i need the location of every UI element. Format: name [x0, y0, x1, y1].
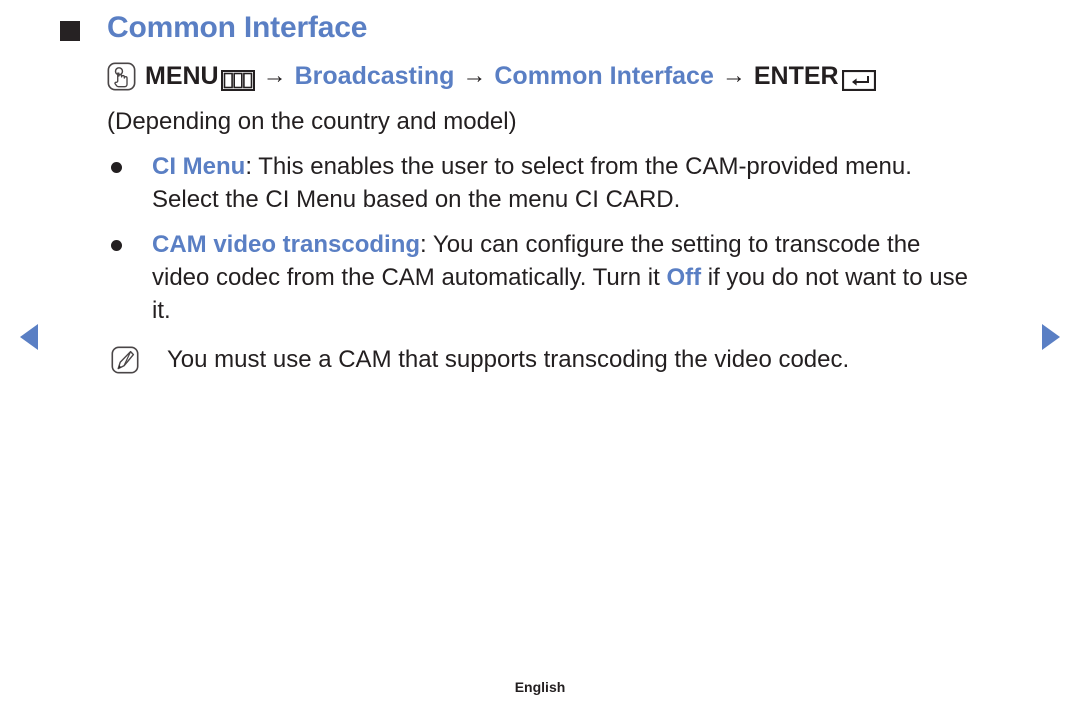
breadcrumb-arrow-2: →	[462, 62, 487, 89]
country-model-note: (Depending on the country and model)	[107, 108, 517, 135]
footer-language: English	[514, 679, 566, 695]
content-body: MENU → Broadcasting → Common Interface →…	[107, 58, 1047, 376]
bullet-dot-icon	[111, 240, 122, 251]
breadcrumb-arrow-1: →	[262, 62, 287, 89]
page-heading: Common Interface	[60, 13, 367, 43]
list-item: CI Menu: This enables the user to select…	[107, 150, 1047, 216]
bullet-line-post: if you do not want to use	[701, 264, 968, 291]
keyword-off: Off	[666, 264, 702, 291]
bullet-line: CI Menu: This enables the user to select…	[152, 150, 912, 183]
square-bullet-icon	[60, 21, 80, 41]
bullet-line: video codec from the CAM automatically. …	[152, 261, 968, 294]
bullet-line-rest: : This enables the user to select from t…	[245, 153, 912, 180]
breadcrumb-common-interface: Common Interface	[494, 62, 714, 90]
note-text: You must use a CAM that supports transco…	[167, 346, 850, 373]
enter-return-arrow-icon	[841, 67, 876, 91]
keyword-cam-video-transcoding: CAM video transcoding	[152, 231, 421, 258]
page-title: Common Interface	[107, 11, 368, 44]
bullet-line: CAM video transcoding: You can configure…	[152, 228, 968, 261]
breadcrumb: MENU → Broadcasting → Common Interface →…	[107, 58, 1047, 94]
prev-page-triangle-icon[interactable]	[16, 322, 44, 352]
menu-grid-icon	[220, 67, 255, 91]
bullet-line-text: Select the CI Menu based on the menu CI …	[152, 186, 681, 213]
note-pen-icon	[111, 346, 139, 374]
breadcrumb-menu-label: MENU	[145, 62, 219, 90]
bullet-line-text: it.	[152, 297, 171, 324]
breadcrumb-broadcasting: Broadcasting	[294, 62, 455, 90]
bullet-text: CI Menu: This enables the user to select…	[152, 150, 912, 216]
bullet-text: CAM video transcoding: You can configure…	[152, 228, 968, 327]
bullet-line: Select the CI Menu based on the menu CI …	[152, 183, 912, 216]
bullet-line-rest: : You can configure the setting to trans…	[420, 231, 921, 258]
bullet-line-pre: video codec from the CAM automatically. …	[152, 264, 667, 291]
bullet-line: it.	[152, 294, 968, 327]
keyword-ci-menu: CI Menu	[152, 153, 246, 180]
manual-page: Common Interface MENU → Broadcasting → C…	[0, 0, 1080, 705]
list-item: CAM video transcoding: You can configure…	[107, 228, 1047, 327]
note-row: You must use a CAM that supports transco…	[111, 343, 1047, 376]
next-page-triangle-icon[interactable]	[1036, 322, 1064, 352]
breadcrumb-enter-label: ENTER	[753, 62, 839, 90]
breadcrumb-arrow-3: →	[721, 62, 746, 89]
bullet-dot-icon	[111, 162, 122, 173]
menu-hand-press-icon	[107, 62, 136, 91]
